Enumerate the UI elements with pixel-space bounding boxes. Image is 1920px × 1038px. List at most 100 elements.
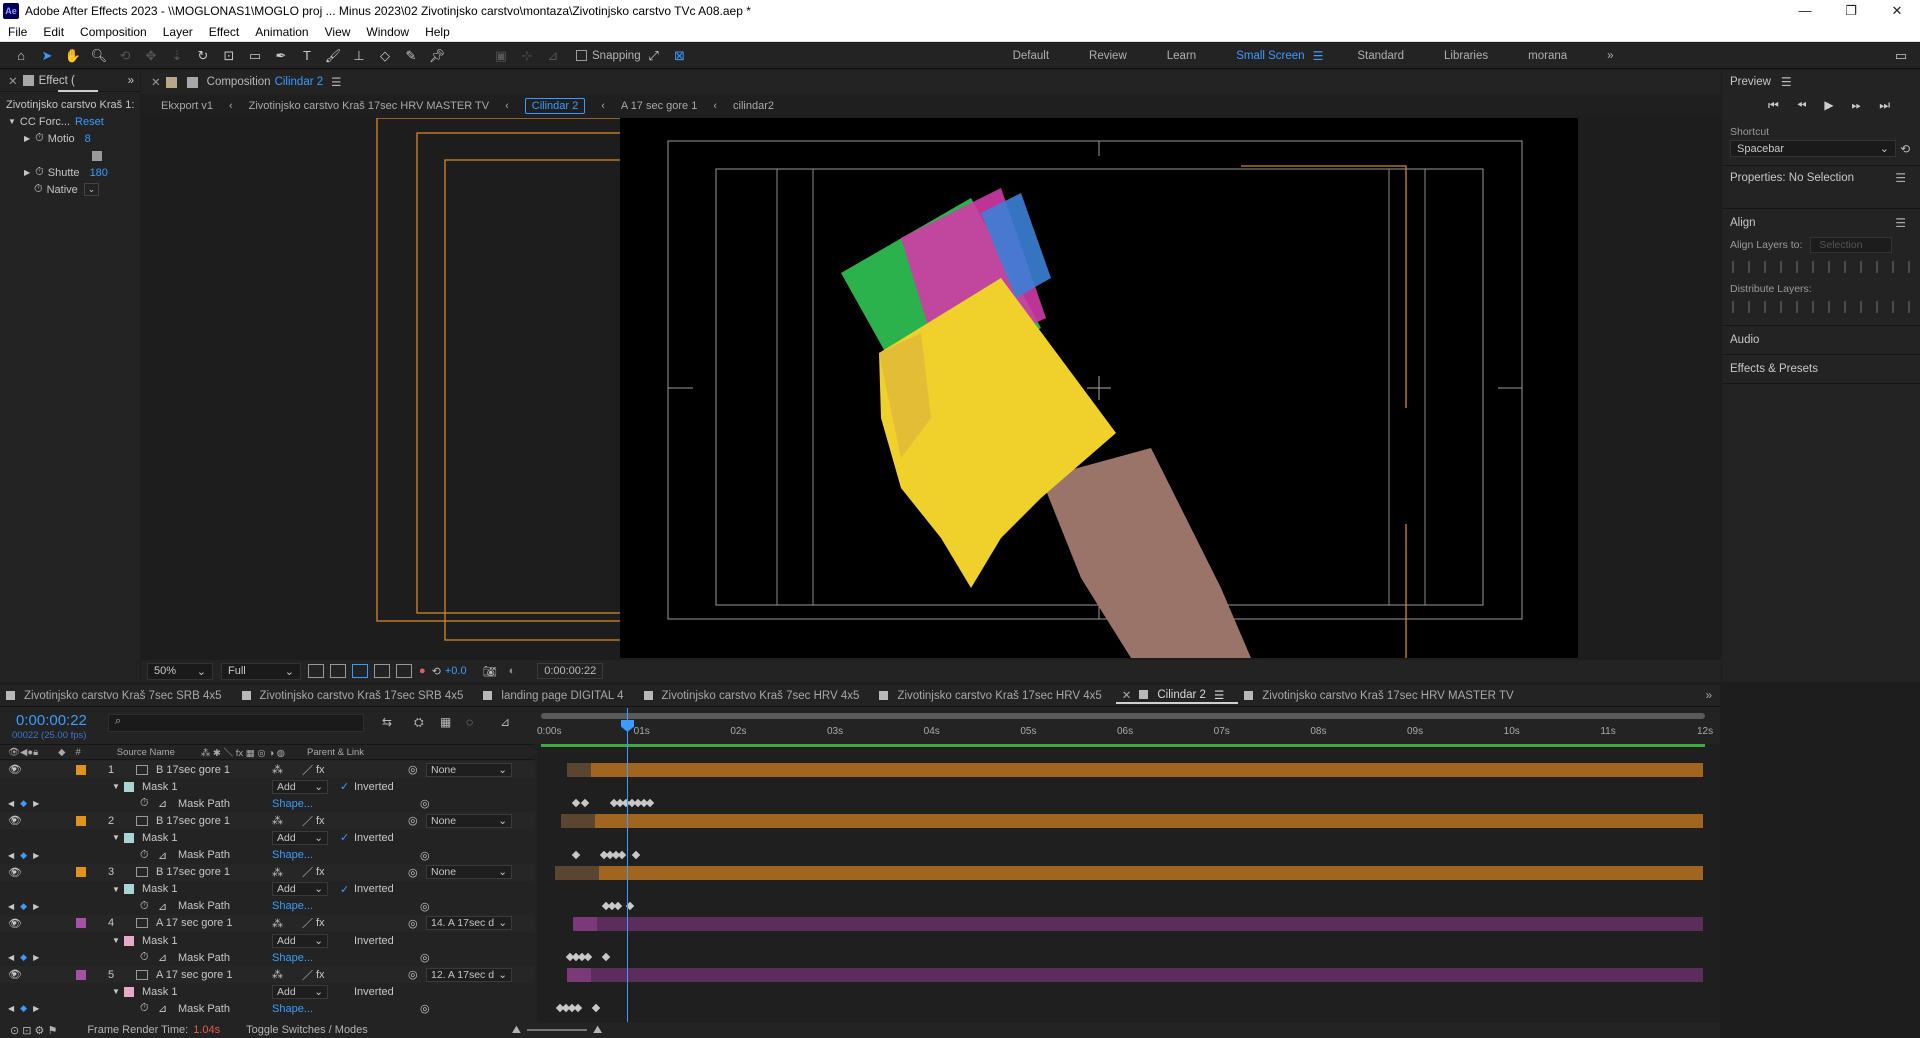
snapshot-icon[interactable]: 📷︎ [483, 665, 497, 678]
expression-pickwhip-icon[interactable]: ◎ [420, 1002, 430, 1015]
local-axis-icon[interactable]: ▣ [490, 45, 512, 67]
graph-icon[interactable]: ⊿ [158, 849, 167, 862]
layer-label-color[interactable] [75, 764, 86, 775]
mask-name[interactable]: Mask 1 [142, 883, 177, 895]
pan-camera-icon[interactable]: ✥ [140, 45, 162, 67]
mask-path-keyframe[interactable] [571, 798, 581, 808]
layer-duration-bar[interactable] [555, 865, 1703, 880]
layer-duration-bar[interactable] [573, 916, 1703, 931]
panel-menu-icon[interactable]: ☰ [1214, 688, 1224, 702]
menu-composition[interactable]: Composition [72, 25, 155, 39]
draft-3d-icon[interactable]: ⛭ [414, 715, 424, 730]
add-keyframe-icon[interactable]: ◆ [20, 952, 27, 963]
restore-button[interactable]: ❐ [1828, 3, 1874, 19]
menu-animation[interactable]: Animation [247, 25, 316, 39]
rectangle-tool-icon[interactable]: ▭ [244, 45, 266, 67]
mask-visibility-icon[interactable] [352, 664, 368, 678]
inverted-checkbox[interactable]: ✓ [340, 780, 349, 793]
zoom-out-icon[interactable]: ⛰ [512, 1024, 521, 1037]
viewer-timecode[interactable]: 0:00:00:22 [537, 663, 604, 679]
native-dropdown[interactable]: ⌄ [83, 183, 100, 196]
breadcrumb-ekxport[interactable]: Ekxport v1 [161, 100, 213, 112]
stopwatch-icon[interactable]: ⏱ [140, 951, 149, 964]
menu-layer[interactable]: Layer [155, 25, 201, 39]
next-keyframe-icon[interactable]: ▶ [33, 902, 39, 911]
stopwatch-icon[interactable]: ⏱ [35, 166, 44, 179]
inverted-checkbox[interactable]: ✓ [340, 831, 349, 844]
quality-switch-icon[interactable]: ／ [302, 864, 313, 880]
time-ruler[interactable]: 0:00s 01s 02s 03s 04s 05s 06s 07s 08s 09s 10s 11s 12… [537, 708, 1720, 744]
next-keyframe-icon[interactable]: ▶ [33, 799, 39, 808]
type-tool-icon[interactable]: T [296, 45, 318, 67]
mask-expand-icon[interactable]: ▼ [112, 987, 120, 996]
reset-shortcut-icon[interactable]: ⟲ [1900, 142, 1910, 156]
puppet-tool-icon[interactable]: 📌︎ [426, 45, 448, 67]
stopwatch-icon[interactable]: ⏱ [140, 797, 149, 810]
layer-name[interactable]: A 17 sec gore 1 [156, 969, 232, 981]
layer-duration-bar[interactable] [567, 968, 1703, 983]
stopwatch-icon[interactable]: ⏱ [140, 1002, 149, 1015]
layer-expand-icon[interactable]: ▼ [10, 970, 18, 979]
pen-tool-icon[interactable]: ✒ [270, 45, 292, 67]
collapse-switch-icon[interactable]: ⁂ [272, 763, 283, 776]
close-tab-icon[interactable]: ✕ [151, 75, 161, 89]
prop-value[interactable]: 180 [90, 167, 108, 179]
quality-switch-icon[interactable]: ／ [302, 967, 313, 983]
timeline-timecode[interactable]: 0:00:00:22 [16, 712, 87, 729]
breadcrumb-a17sec[interactable]: A 17 sec gore 1 [621, 100, 697, 112]
add-keyframe-icon[interactable]: ◆ [20, 798, 27, 809]
prev-keyframe-icon[interactable]: ◀ [8, 799, 14, 808]
fx-switch-icon[interactable]: fx [316, 764, 325, 776]
timeline-tab-active[interactable]: ✕ Cilindar 2 ☰ [1115, 688, 1239, 704]
prev-keyframe-icon[interactable]: ◀ [8, 953, 14, 962]
parent-pickwhip-icon[interactable]: ◎ [408, 866, 418, 879]
mask-expand-icon[interactable]: ▼ [112, 936, 120, 945]
work-area-bar[interactable] [541, 713, 1705, 719]
reset-exposure-icon[interactable]: ⟲ [432, 665, 441, 678]
stopwatch-icon[interactable]: ⏱ [34, 183, 43, 196]
workspace-standard[interactable]: Standard [1357, 50, 1404, 62]
workspace-small-screen[interactable]: Small Screen [1236, 50, 1304, 62]
show-snapshot-icon[interactable]: ◐ [509, 665, 516, 677]
snap-options-icon[interactable]: ⤢ [643, 45, 665, 67]
snapping-checkbox[interactable] [576, 50, 587, 61]
align-target-dropdown[interactable]: Selection [1810, 237, 1893, 253]
layer-search-input[interactable]: ⌕ [108, 714, 364, 732]
label-column-icon[interactable]: ◆ [58, 747, 65, 758]
hand-tool-icon[interactable]: ✋ [62, 45, 84, 67]
render-toggle-icons[interactable]: ⊙ ⊡ ⚙ ⚑ [10, 1024, 57, 1037]
mask-color[interactable] [124, 832, 134, 843]
menu-effect[interactable]: Effect [201, 25, 247, 39]
parent-dropdown[interactable]: 14. A 17sec d ⌄ [426, 916, 512, 931]
layer-name[interactable]: B 17sec gore 1 [156, 866, 230, 878]
breadcrumb-cilindar2-active[interactable]: Cilindar 2 [524, 98, 586, 114]
mask-mode-dropdown[interactable]: Add ⌄ [272, 779, 328, 794]
prop-value[interactable]: 8 [85, 133, 91, 145]
brush-tool-icon[interactable]: 🖌︎ [322, 45, 344, 67]
breadcrumb-cilindar2[interactable]: cilindar2 [733, 100, 774, 112]
layer-expand-icon[interactable]: ▼ [10, 919, 18, 928]
mask-path-keyframe[interactable] [573, 1004, 583, 1013]
mask-path-keyframe[interactable] [591, 1004, 601, 1013]
prev-frame-icon[interactable]: ⏪︎ [1797, 98, 1807, 113]
checkbox-checked[interactable] [92, 150, 102, 161]
mask-expand-icon[interactable]: ▼ [112, 782, 120, 791]
mask-path-keyframe[interactable] [601, 952, 611, 962]
composition-tab-prefix[interactable]: Composition [207, 76, 271, 88]
zoom-slider[interactable] [527, 1029, 588, 1031]
prev-keyframe-icon[interactable]: ◀ [8, 851, 14, 860]
layer-label-color[interactable] [75, 815, 86, 826]
parent-pickwhip-icon[interactable]: ◎ [408, 917, 418, 930]
home-icon[interactable]: ⌂ [10, 45, 32, 67]
graph-editor-icon[interactable]: ⊿ [500, 715, 510, 729]
fx-switch-icon[interactable]: fx [316, 969, 325, 981]
source-name-header[interactable]: Source Name [117, 747, 175, 758]
timeline-tab[interactable]: Zivotinjsko carstvo Kraš 17sec HRV 4x5 [873, 690, 1115, 702]
panel-menu-icon[interactable]: ☰ [331, 75, 341, 89]
snapping-toggle[interactable]: Snapping [576, 50, 641, 62]
timeline-tab[interactable]: landing page DIGITAL 4 [477, 690, 637, 702]
close-tab-icon[interactable]: ✕ [1122, 688, 1132, 702]
layer-name[interactable]: A 17 sec gore 1 [156, 917, 232, 929]
mask-path-keyframe[interactable] [580, 798, 590, 808]
next-keyframe-icon[interactable]: ▶ [33, 1004, 39, 1013]
